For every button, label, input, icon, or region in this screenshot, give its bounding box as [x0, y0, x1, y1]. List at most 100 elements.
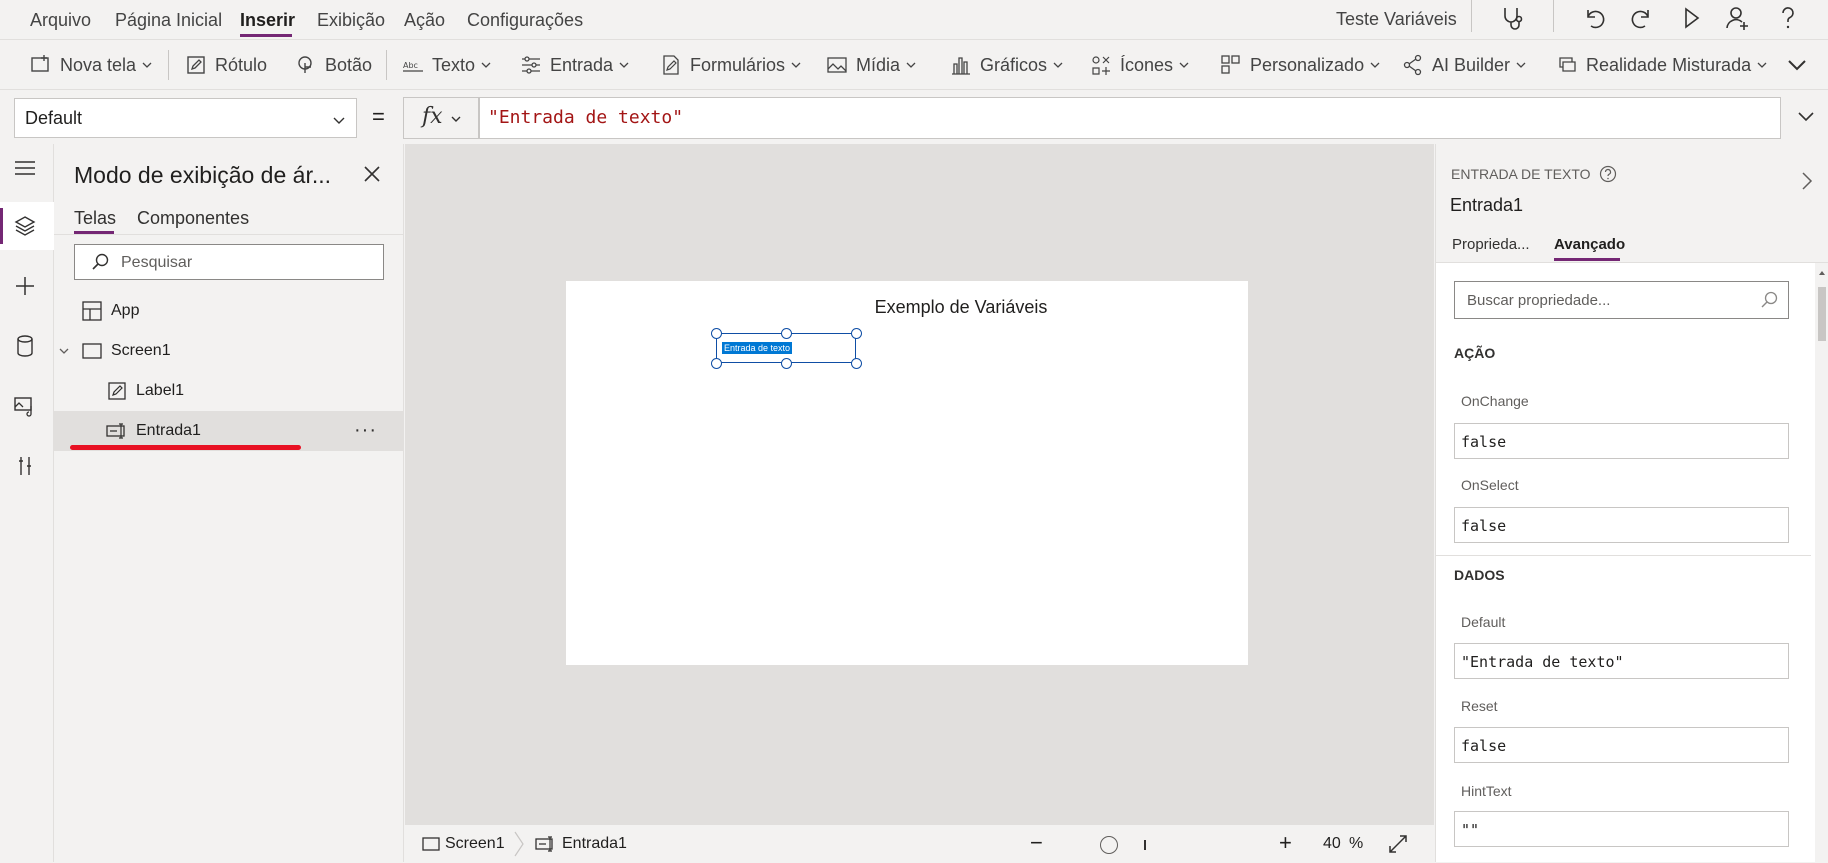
screen-title-label[interactable]: Exemplo de Variáveis [566, 297, 1248, 318]
property-search-placeholder: Buscar propriedade... [1467, 292, 1611, 309]
divider [1436, 555, 1811, 556]
tab-componentes[interactable]: Componentes [137, 208, 249, 229]
chevron-down-icon[interactable] [58, 345, 70, 357]
canvas-area[interactable]: Exemplo de Variáveis Entrada de texto [405, 144, 1434, 824]
close-icon[interactable] [362, 164, 382, 184]
breadcrumb-control-label: Entrada1 [562, 835, 627, 852]
prop-onselect-input[interactable]: false [1454, 507, 1789, 543]
data-button[interactable] [0, 322, 54, 370]
prop-default-input[interactable]: "Entrada de texto" [1454, 643, 1789, 679]
botao-button[interactable]: Botão [295, 52, 372, 78]
graficos-button[interactable]: Gráficos [950, 52, 1064, 78]
tree-search-input[interactable]: Pesquisar [74, 244, 384, 280]
hamburger-icon [15, 161, 35, 175]
icones-button[interactable]: Ícones [1090, 52, 1190, 78]
prop-hinttext-input[interactable]: "" [1454, 811, 1789, 847]
app-name[interactable]: Teste Variáveis [1336, 9, 1457, 30]
zoom-in-button[interactable]: + [1279, 830, 1292, 856]
share-user-icon[interactable] [1724, 4, 1752, 32]
tree-node-label1[interactable]: Label1 [54, 371, 404, 411]
menu-arquivo[interactable]: Arquivo [30, 10, 91, 31]
insert-button[interactable] [0, 262, 54, 310]
texto-button[interactable]: Abc Texto [402, 52, 492, 78]
formularios-button[interactable]: Formulários [660, 52, 802, 78]
resize-handle[interactable] [851, 358, 862, 369]
scrollbar-thumb[interactable] [1818, 287, 1826, 341]
advanced-tools-button[interactable] [0, 442, 54, 490]
media-button[interactable] [0, 382, 54, 430]
label-edit-icon [187, 56, 205, 74]
chevron-down-icon [451, 116, 461, 122]
label-edit-icon [108, 382, 126, 400]
breadcrumb-screen1[interactable]: Screen1 [422, 835, 505, 853]
new-screen-icon [31, 55, 49, 72]
menu-configuracoes[interactable]: Configurações [467, 10, 583, 31]
zoom-out-button[interactable]: − [1030, 830, 1043, 856]
midia-button[interactable]: Mídia [826, 52, 917, 78]
graficos-label: Gráficos [980, 54, 1048, 75]
property-search-input[interactable]: Buscar propriedade... [1454, 281, 1789, 319]
help-circle-icon[interactable] [1599, 165, 1617, 183]
resize-handle[interactable] [711, 328, 722, 339]
menu-pagina-inicial[interactable]: Página Inicial [115, 10, 222, 31]
realidade-misturada-button[interactable]: Realidade Misturada [1556, 52, 1768, 78]
tree-node-entrada1[interactable]: Entrada1 ··· [54, 411, 404, 451]
fit-to-window-icon[interactable] [1388, 834, 1408, 854]
rotulo-button[interactable]: Rótulo [185, 52, 267, 78]
app-screen[interactable]: Exemplo de Variáveis Entrada de texto [566, 281, 1248, 665]
menu-inserir[interactable]: Inserir [240, 10, 295, 31]
breadcrumb-entrada1[interactable]: Entrada1 [535, 835, 627, 853]
resize-handle[interactable] [851, 328, 862, 339]
menu-exibicao[interactable]: Exibição [317, 10, 385, 31]
prop-onchange-input[interactable]: false [1454, 423, 1789, 459]
resize-handle[interactable] [711, 358, 722, 369]
tab-telas[interactable]: Telas [74, 208, 116, 229]
expand-formula-icon[interactable] [1797, 110, 1815, 124]
properties-panel: ENTRADA DE TEXTO Entrada1 Proprieda... A… [1435, 144, 1828, 863]
button-touch-icon [298, 56, 312, 73]
equals-sign: = [372, 104, 385, 129]
tree-node-label: App [111, 302, 140, 319]
ribbon-expand-button[interactable] [1786, 52, 1808, 78]
tree-node-label: Entrada1 [136, 422, 201, 439]
layers-icon [14, 216, 36, 236]
tab-propriedades[interactable]: Proprieda... [1452, 236, 1530, 253]
resize-handle[interactable] [781, 358, 792, 369]
undo-icon[interactable] [1580, 4, 1608, 32]
nova-tela-label: Nova tela [60, 54, 137, 75]
search-placeholder: Pesquisar [121, 254, 193, 271]
property-dropdown[interactable]: Default [14, 98, 357, 138]
menu-acao[interactable]: Ação [404, 10, 445, 31]
formula-input[interactable]: "Entrada de texto" [479, 97, 1781, 139]
app-checker-icon[interactable] [1498, 4, 1526, 32]
zoom-slider-thumb[interactable] [1100, 836, 1118, 854]
status-bar: Screen1 Entrada1 − + 40 % [405, 824, 1434, 862]
properties-scrollbar[interactable] [1815, 263, 1828, 863]
ai-builder-button[interactable]: AI Builder [1402, 52, 1527, 78]
more-options-icon[interactable]: ··· [354, 419, 377, 442]
play-icon[interactable] [1677, 4, 1705, 32]
control-name[interactable]: Entrada1 [1450, 195, 1523, 216]
tree-node-screen1[interactable]: Screen1 [54, 331, 404, 371]
tab-avancado[interactable]: Avançado [1554, 236, 1625, 253]
tree-node-app[interactable]: App [54, 291, 404, 331]
selected-input-text: Entrada de texto [722, 342, 793, 354]
nova-tela-button[interactable]: Nova tela [30, 52, 153, 78]
texto-label: Texto [432, 54, 476, 75]
chevron-down-icon [142, 62, 152, 68]
database-icon [17, 335, 33, 357]
fx-button[interactable]: fx [403, 97, 479, 139]
entrada-button[interactable]: Entrada [520, 52, 630, 78]
property-value: Default [25, 108, 83, 128]
tree-view-button[interactable] [0, 202, 54, 250]
personalizado-button[interactable]: Personalizado [1220, 52, 1381, 78]
prop-reset-input[interactable]: false [1454, 727, 1789, 763]
properties-scroll-area: Buscar propriedade... AÇÃO OnChange fals… [1436, 262, 1828, 863]
hamburger-menu-button[interactable] [0, 144, 54, 192]
form-edit-icon [663, 55, 679, 75]
chevron-right-icon[interactable] [1800, 170, 1814, 192]
help-icon[interactable] [1774, 4, 1802, 32]
scroll-up-icon[interactable] [1818, 269, 1826, 277]
resize-handle[interactable] [781, 328, 792, 339]
redo-icon[interactable] [1628, 4, 1656, 32]
